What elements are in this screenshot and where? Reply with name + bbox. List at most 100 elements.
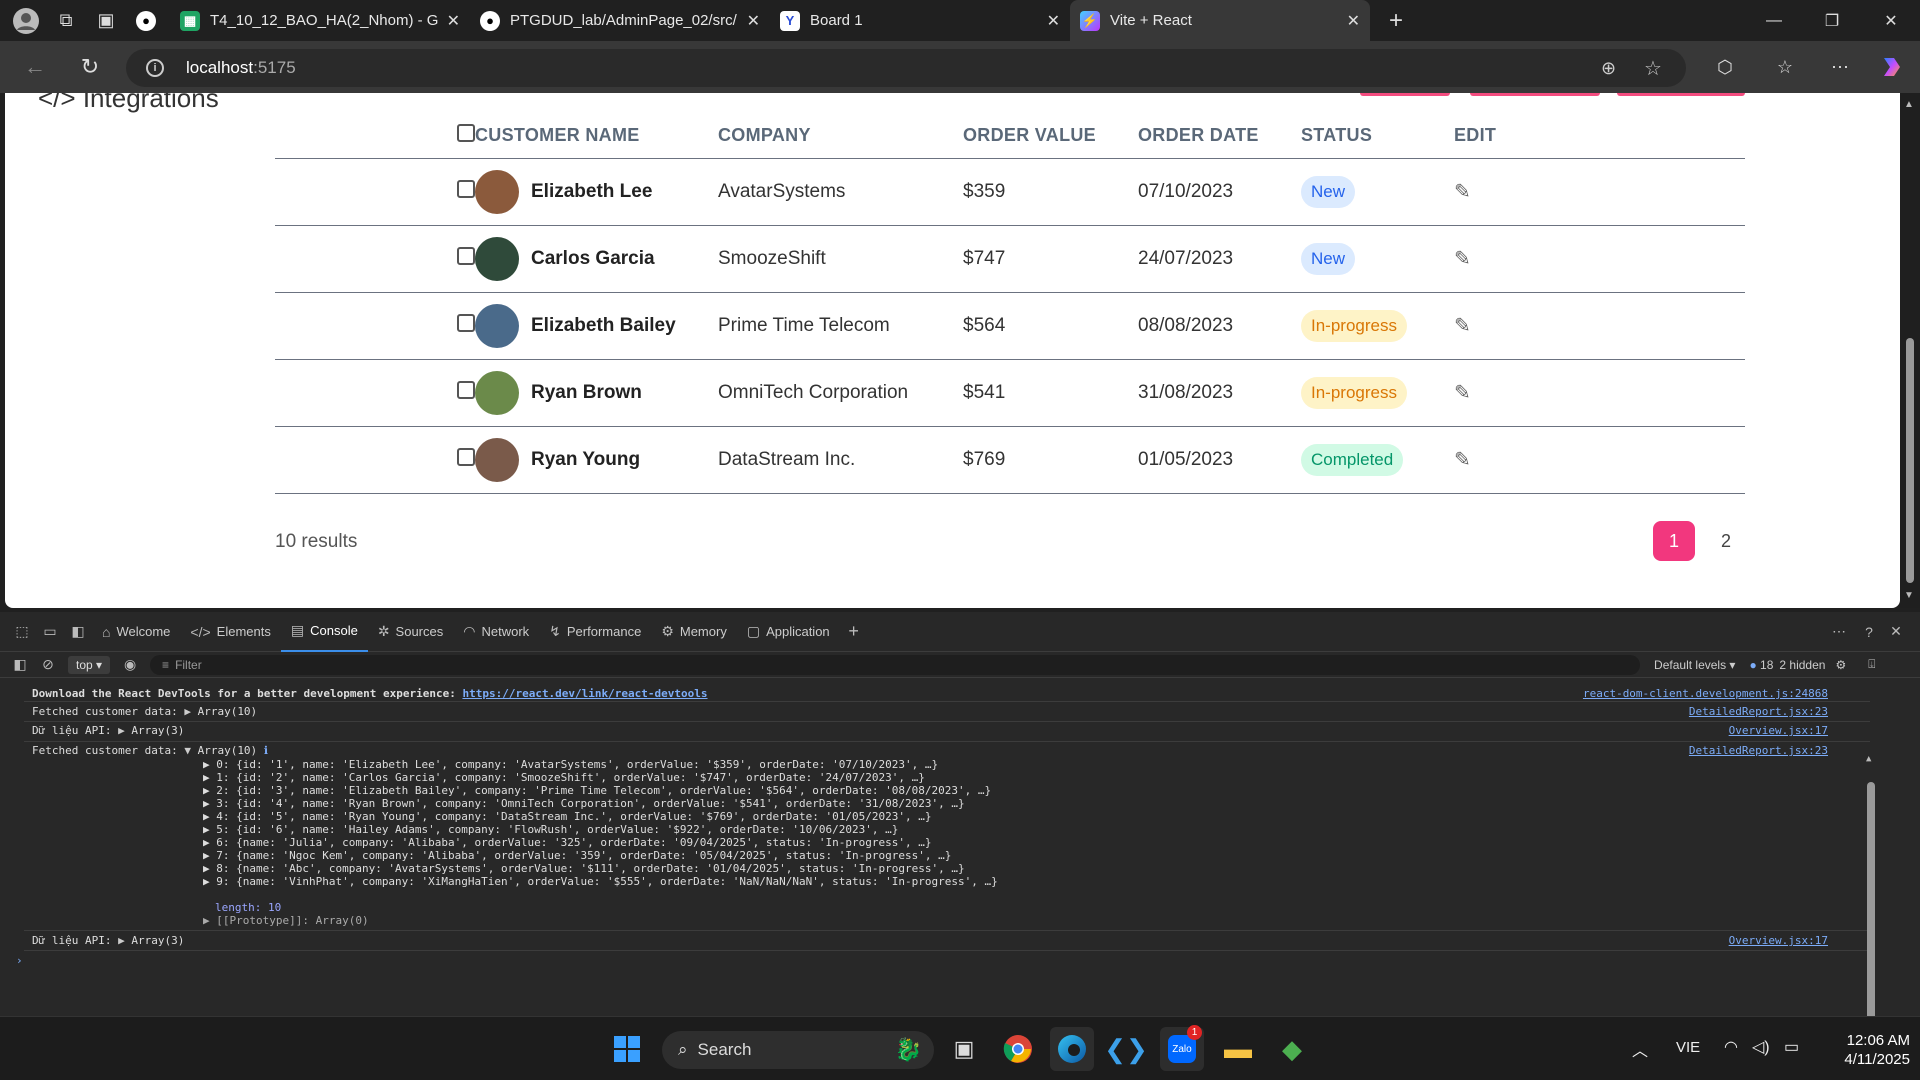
scroll-down-icon[interactable]: ▼ — [1904, 590, 1914, 601]
sidebar-item-integrations[interactable]: </> Integrations — [38, 93, 219, 114]
file-explorer-icon[interactable]: ▬ — [1216, 1027, 1260, 1071]
console-filter-input[interactable]: ≡ Filter — [150, 654, 1641, 675]
back-icon[interactable]: ← — [15, 47, 55, 87]
collapse-arrow-icon[interactable]: ▼ — [184, 744, 197, 757]
scrollbar-thumb[interactable] — [1867, 782, 1875, 1052]
help-icon[interactable]: ? — [1855, 624, 1883, 640]
tab-github-home[interactable]: ● — [126, 0, 170, 41]
devtools-tab-memory[interactable]: ⚙ Memory — [651, 612, 737, 652]
scrollbar-thumb[interactable] — [1906, 338, 1914, 583]
url-field[interactable]: i localhost:5175 ⊕ ☆ — [126, 49, 1686, 87]
zalo-icon[interactable]: Zalo 1 — [1160, 1025, 1204, 1071]
zoom-icon[interactable]: ⊕ — [1601, 58, 1616, 79]
console-settings-icon[interactable]: ⚙ — [1835, 658, 1846, 672]
more-tools-icon[interactable]: + — [840, 621, 868, 642]
devtools-tab-welcome[interactable]: ⌂ Welcome — [92, 612, 180, 652]
battery-icon[interactable]: ▭ — [1784, 1037, 1799, 1057]
maximize-icon[interactable]: ❐ — [1803, 0, 1861, 41]
info-icon[interactable]: ℹ — [264, 744, 268, 757]
expand-arrow-icon[interactable]: ▶ — [184, 705, 197, 718]
devtools-tab-network[interactable]: ◠ Network — [453, 612, 539, 652]
context-selector[interactable]: top ▾ — [68, 655, 111, 674]
row-checkbox[interactable] — [457, 246, 475, 265]
log-levels-dropdown[interactable]: Default levels ▾ — [1654, 658, 1735, 672]
close-icon[interactable]: ✕ — [447, 11, 460, 31]
tab-github-repo[interactable]: ● PTGDUD_lab/AdminPage_02/src/ ✕ — [470, 0, 770, 41]
device-toolbar-icon[interactable]: ▭ — [36, 623, 64, 640]
array-item[interactable]: ▶ 7: {name: 'Ngoc Kem', company: 'Alibab… — [203, 849, 951, 862]
source-link[interactable]: DetailedReport.jsx:23 — [1689, 744, 1828, 757]
site-info-icon[interactable]: i — [146, 59, 164, 77]
clock[interactable]: 12:06 AM 4/11/2025 — [1820, 1031, 1910, 1069]
source-link[interactable]: Overview.jsx:17 — [1729, 724, 1828, 737]
array-item[interactable]: ▶ 0: {id: '1', name: 'Elizabeth Lee', co… — [203, 758, 938, 771]
scroll-up-icon[interactable]: ▲ — [1904, 99, 1914, 110]
select-all-checkbox[interactable] — [457, 123, 475, 142]
taskbar-search[interactable]: ⌕ Search 🐉 — [662, 1031, 934, 1069]
array-item[interactable]: ▶ 9: {name: 'VinhPhat', company: 'XiMang… — [203, 875, 998, 888]
close-icon[interactable]: ✕ — [1347, 11, 1360, 31]
inspect-icon[interactable]: ⬚ — [8, 623, 36, 640]
new-tab-icon[interactable]: + — [1376, 1, 1416, 41]
more-icon[interactable]: ⋯ — [1820, 47, 1860, 87]
button-edge[interactable] — [1617, 93, 1745, 96]
clear-console-icon[interactable]: ⊘ — [34, 656, 62, 673]
array-item[interactable]: ▶ 3: {id: '4', name: 'Ryan Brown', compa… — [203, 797, 965, 810]
favorites-icon[interactable]: ☆ — [1765, 47, 1805, 87]
copilot-icon[interactable] — [1872, 47, 1912, 87]
issues-badge[interactable]: ● 18 — [1749, 658, 1773, 672]
source-link[interactable]: react-dom-client.development.js:24868 — [1583, 687, 1828, 700]
devtools-tab-sources[interactable]: ✲ Sources — [368, 612, 453, 652]
devtools-tab-elements[interactable]: </> Elements — [180, 612, 280, 652]
wifi-icon[interactable]: ◠ — [1724, 1037, 1738, 1057]
tray-overflow-icon[interactable]: ︿ — [1632, 1037, 1648, 1061]
row-checkbox[interactable] — [457, 179, 475, 198]
close-devtools-icon[interactable]: ✕ — [1882, 623, 1910, 640]
volume-icon[interactable]: ◁) — [1752, 1037, 1770, 1057]
source-link[interactable]: DetailedReport.jsx:23 — [1689, 705, 1828, 718]
start-button[interactable] — [605, 1027, 649, 1071]
tab-sheets[interactable]: ▦ T4_10_12_BAO_HA(2_Nhom) - Go ✕ — [170, 0, 470, 41]
task-view-icon[interactable]: ▣ — [942, 1027, 986, 1071]
tab-vite-react[interactable]: ⚡ Vite + React ✕ — [1070, 0, 1370, 41]
devtools-tab-performance[interactable]: ↯ Performance — [539, 612, 651, 652]
row-checkbox[interactable] — [457, 447, 475, 466]
expand-arrow-icon[interactable]: ▶ — [118, 724, 131, 737]
col-status[interactable]: STATUS — [1301, 113, 1454, 159]
array-item[interactable]: ▶ 2: {id: '3', name: 'Elizabeth Bailey',… — [203, 784, 991, 797]
row-checkbox[interactable] — [457, 380, 475, 399]
devtools-menu-icon[interactable]: ⋯ — [1825, 623, 1853, 640]
col-order-date[interactable]: ORDER DATE — [1138, 113, 1301, 159]
devtools-tab-console[interactable]: ▤ Console — [280, 612, 368, 652]
scroll-up-icon[interactable]: ▲ — [1866, 754, 1871, 764]
close-icon[interactable]: ✕ — [1047, 11, 1060, 31]
row-checkbox[interactable] — [457, 313, 475, 332]
button-edge[interactable] — [1360, 93, 1450, 96]
eye-icon[interactable]: ◉ — [116, 656, 144, 673]
array-item[interactable]: ▶ 5: {id: '6', name: 'Hailey Adams', com… — [203, 823, 898, 836]
favorite-star-icon[interactable]: ☆ — [1644, 56, 1662, 81]
edit-icon[interactable]: ✎ — [1454, 313, 1471, 338]
input-language[interactable]: VIE — [1676, 1039, 1700, 1056]
workspaces-icon[interactable]: ⧉ — [46, 1, 86, 41]
profile-icon[interactable] — [6, 1, 46, 41]
col-company[interactable]: COMPANY — [718, 113, 963, 159]
tab-board[interactable]: Y Board 1 ✕ — [770, 0, 1070, 41]
edit-icon[interactable]: ✎ — [1454, 179, 1471, 204]
refresh-icon[interactable]: ↻ — [70, 47, 110, 87]
button-edge[interactable] — [1470, 93, 1600, 96]
git-app-icon[interactable]: ◆ — [1270, 1027, 1314, 1071]
console-prompt[interactable]: › — [16, 954, 23, 967]
extensions-icon[interactable]: ⬡ — [1705, 47, 1745, 87]
edit-icon[interactable]: ✎ — [1454, 380, 1471, 405]
vscode-icon[interactable]: ❮❯ — [1104, 1027, 1148, 1071]
edit-icon[interactable]: ✎ — [1454, 447, 1471, 472]
expand-arrow-icon[interactable]: ▶ — [118, 934, 131, 947]
array-item[interactable]: ▶ 8: {name: 'Abc', company: 'AvatarSyste… — [203, 862, 965, 875]
pagination-page-1[interactable]: 1 — [1653, 521, 1695, 561]
close-window-icon[interactable]: ✕ — [1862, 0, 1920, 41]
page-scrollbar[interactable]: ▲ ▼ — [1900, 93, 1920, 608]
array-item[interactable]: ▶ 6: {name: 'Julia', company: 'Alibaba',… — [203, 836, 932, 849]
minimize-icon[interactable]: — — [1745, 0, 1803, 41]
react-devtools-link[interactable]: https://react.dev/link/react-devtools — [462, 687, 707, 700]
